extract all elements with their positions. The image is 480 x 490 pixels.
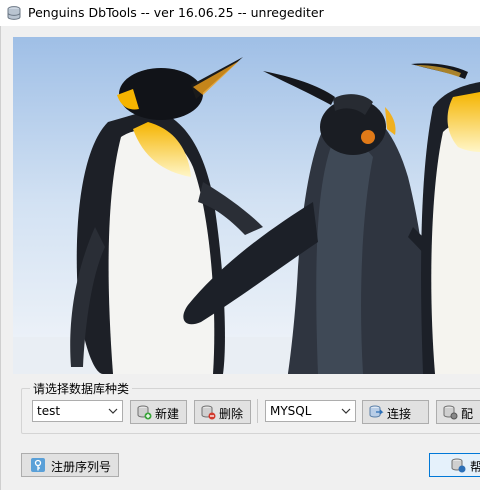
toolbar-separator xyxy=(257,399,258,423)
config-button[interactable]: 配 xyxy=(436,400,480,424)
config-button-label: 配 xyxy=(461,407,474,421)
register-serial-label: 注册序列号 xyxy=(51,460,112,474)
delete-button[interactable]: 删除 xyxy=(194,400,251,424)
chevron-down-icon xyxy=(341,408,351,414)
connect-button-label: 连接 xyxy=(387,407,412,421)
title-bar: Penguins DbTools -- ver 16.06.25 -- unre… xyxy=(0,0,480,27)
new-button[interactable]: 新建 xyxy=(130,400,187,424)
key-icon xyxy=(31,458,45,472)
database-remove-icon xyxy=(201,405,216,420)
help-button[interactable]: 帮 xyxy=(429,453,480,477)
database-settings-icon xyxy=(443,405,458,420)
window-title: Penguins DbTools -- ver 16.06.25 -- unre… xyxy=(28,5,324,20)
config-select[interactable]: test xyxy=(32,400,123,422)
database-add-icon xyxy=(137,405,152,420)
help-icon xyxy=(451,458,466,473)
config-select-value: test xyxy=(37,404,61,418)
banner-image xyxy=(13,37,480,374)
connect-button[interactable]: 连接 xyxy=(362,400,429,424)
register-serial-button[interactable]: 注册序列号 xyxy=(21,453,119,477)
db-type-select-value: MYSQL xyxy=(270,404,312,418)
new-button-label: 新建 xyxy=(155,407,180,421)
delete-button-label: 删除 xyxy=(219,407,244,421)
database-connect-icon xyxy=(369,405,384,418)
chevron-down-icon xyxy=(108,408,118,414)
help-label: 帮 xyxy=(470,460,480,474)
app-icon xyxy=(7,6,21,20)
db-type-group-label: 请选择数据库种类 xyxy=(30,380,133,397)
db-type-select[interactable]: MYSQL xyxy=(265,400,356,422)
